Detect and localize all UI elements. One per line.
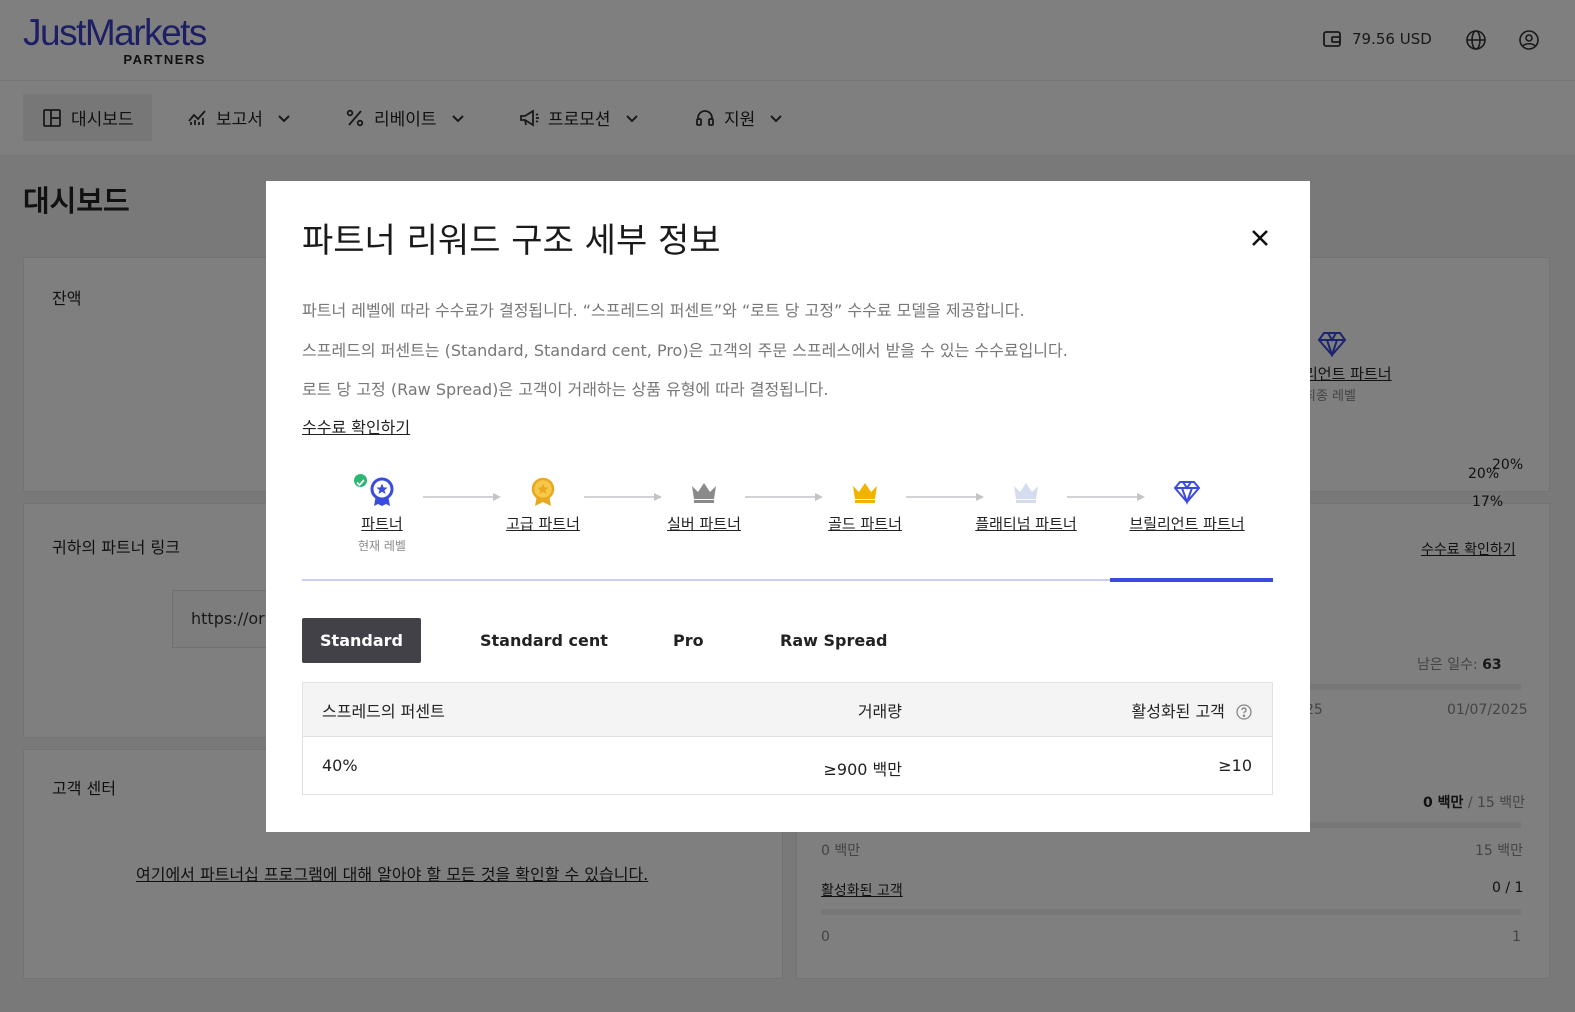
modal-title: 파트너 리워드 구조 세부 정보	[302, 221, 721, 261]
medal-icon	[531, 477, 555, 506]
table-cell-active-clients: ≥10	[1218, 756, 1252, 775]
level-gold-partner[interactable]: 골드 파트너	[790, 477, 940, 534]
level-partner[interactable]: 파트너 현재 레벨	[307, 477, 457, 554]
tab-pro[interactable]: Pro	[651, 618, 726, 663]
tab-raw-spread[interactable]: Raw Spread	[758, 618, 909, 663]
level-name: 플래티넘 파트너	[975, 515, 1077, 533]
diamond-icon	[1173, 481, 1201, 505]
header-active-clients-label: 활성화된 고객	[1131, 702, 1225, 721]
crown-icon	[853, 483, 877, 503]
crown-icon	[692, 483, 716, 503]
reward-structure-modal: 파트너 리워드 구조 세부 정보 파트너 레벨에 따라 수수료가 결정됩니다. …	[266, 181, 1310, 832]
level-name: 파트너	[361, 515, 403, 533]
level-name: 골드 파트너	[828, 515, 902, 533]
header-volume: 거래량	[857, 702, 902, 721]
tab-standard-cent[interactable]: Standard cent	[458, 618, 630, 663]
table-cell-volume: ≥900 백만	[823, 760, 902, 779]
level-progress-selected	[1110, 578, 1273, 582]
description-line: 스프레드의 퍼센트는 (Standard, Standard cent, Pro…	[302, 341, 1068, 360]
close-icon[interactable]	[1248, 226, 1272, 250]
level-name: 고급 파트너	[506, 515, 580, 533]
tab-standard[interactable]: Standard	[302, 618, 421, 663]
commission-table: 스프레드의 퍼센트 거래량 활성화된 고객 40% ≥900 백만 ≥10	[302, 682, 1273, 795]
level-brilliant-partner[interactable]: 브릴리언트 파트너	[1112, 477, 1262, 534]
level-platinum-partner[interactable]: 플래티넘 파트너	[951, 477, 1101, 534]
help-icon[interactable]	[1236, 704, 1252, 720]
check-fee-link[interactable]: 수수료 확인하기	[302, 414, 410, 438]
level-sub: 현재 레벨	[358, 539, 406, 553]
badge-star-icon	[370, 477, 394, 506]
level-name: 브릴리언트 파트너	[1129, 515, 1245, 533]
crown-icon	[1014, 483, 1038, 503]
header-active-clients: 활성화된 고객	[1132, 698, 1253, 722]
level-silver-partner[interactable]: 실버 파트너	[629, 477, 779, 534]
table-cell-spread: 40%	[322, 756, 358, 775]
description-line: 파트너 레벨에 따라 수수료가 결정됩니다. “스프레드의 퍼센트”와 “로트 …	[302, 301, 1025, 320]
header-spread-percent: 스프레드의 퍼센트	[322, 702, 445, 721]
level-advanced-partner[interactable]: 고급 파트너	[468, 477, 618, 534]
level-name: 실버 파트너	[667, 515, 741, 533]
table-header: 스프레드의 퍼센트 거래량 활성화된 고객	[303, 683, 1272, 737]
description-line: 로트 당 고정 (Raw Spread)은 고객이 거래하는 상품 유형에 따라…	[302, 380, 829, 399]
